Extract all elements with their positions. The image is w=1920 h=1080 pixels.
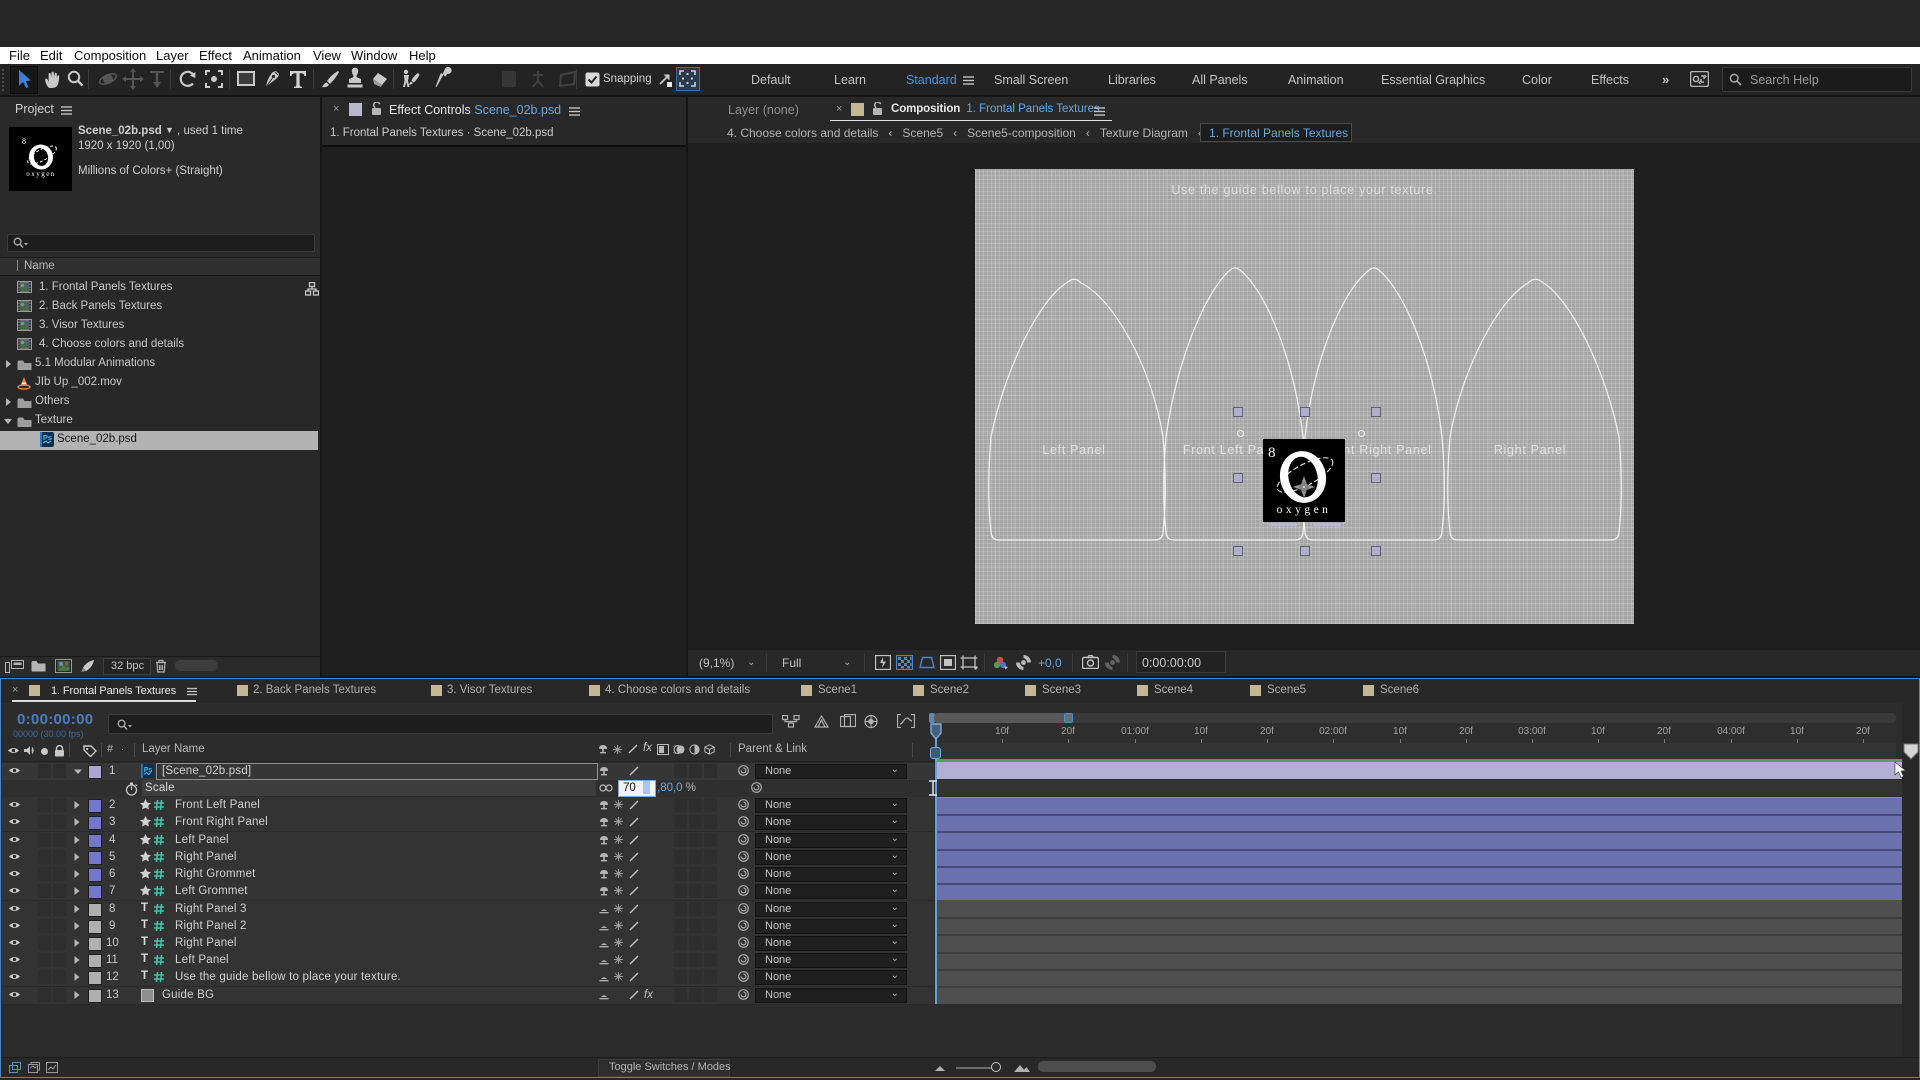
svg-text:8: 8 [22,137,26,146]
svg-text:8: 8 [1268,445,1276,461]
svg-text:oxygen: oxygen [1277,504,1332,516]
svg-text:oxygen: oxygen [26,170,56,178]
